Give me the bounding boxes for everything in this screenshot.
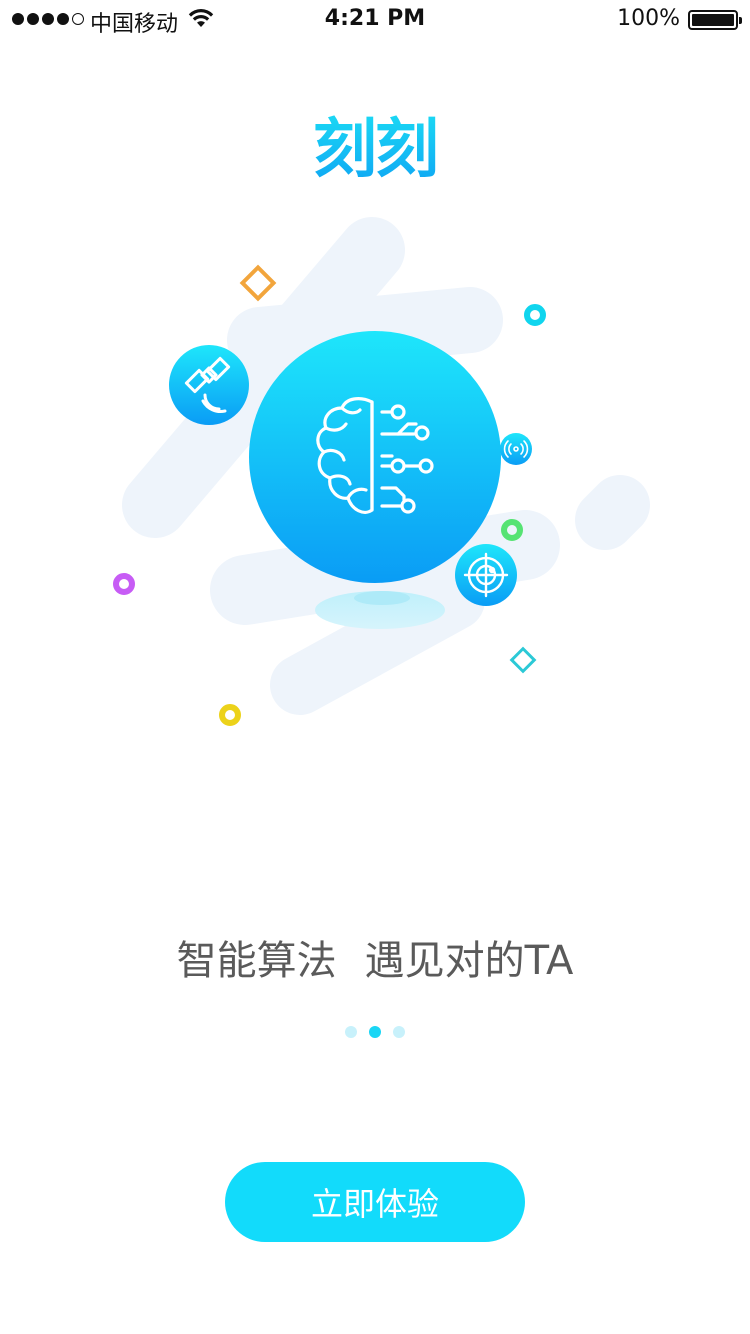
try-now-button[interactable]: 立即体验 — [225, 1162, 525, 1242]
page-indicator[interactable] — [0, 1026, 750, 1038]
teal-diamond-icon — [509, 646, 537, 674]
page-dot-2[interactable] — [369, 1026, 381, 1038]
caption-part-2: 遇见对的TA — [364, 938, 574, 984]
purple-ring-icon — [113, 573, 135, 595]
brain-circle — [249, 331, 501, 583]
battery-icon — [688, 10, 742, 30]
battery-percentage: 100% — [617, 6, 680, 31]
onboarding-caption: 智能算法 遇见对的TA — [0, 928, 750, 986]
app-logo: 刻刻 — [0, 98, 750, 190]
page-dot-1[interactable] — [345, 1026, 357, 1038]
cyan-ring-icon — [524, 304, 546, 326]
onboarding-illustration — [113, 217, 650, 726]
satellite-badge — [169, 345, 249, 425]
orange-diamond-icon — [239, 264, 277, 302]
caption-part-1: 智能算法 — [176, 938, 337, 984]
page-dot-3[interactable] — [393, 1026, 405, 1038]
status-bar: 中国移动 4:21 PM 100% — [0, 0, 750, 40]
yellow-ring-icon — [219, 704, 241, 726]
